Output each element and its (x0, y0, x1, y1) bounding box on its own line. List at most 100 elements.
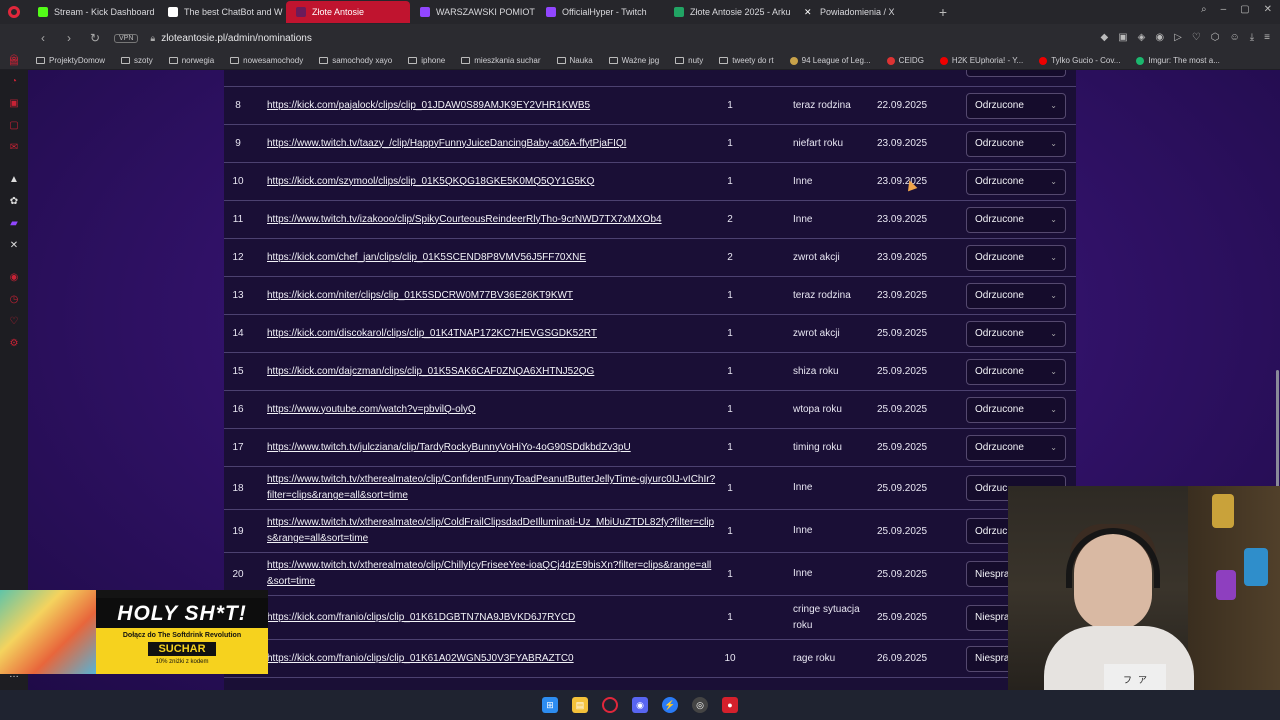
minimize-icon[interactable]: – (1221, 4, 1227, 15)
opera-icon[interactable] (602, 697, 618, 713)
clip-link[interactable]: https://www.twitch.tv/taazy_/clip/HappyF… (267, 136, 626, 152)
windows-start-icon[interactable]: ⊞ (542, 697, 558, 713)
clip-link[interactable]: https://www.twitch.tv/julcziana/clip/Tar… (267, 440, 631, 456)
twitch-icon (420, 7, 430, 17)
status-select[interactable]: Odrzucone ⌄ (966, 396, 1066, 423)
status-select[interactable]: Odrzucone ⌄ (966, 130, 1066, 157)
bookmark-site[interactable]: H2K EUphoria! - Y... (939, 56, 1023, 65)
chevron-down-icon: ⌄ (1050, 215, 1057, 224)
clip-link[interactable]: https://kick.com/chef_jan/clips/clip_01K… (267, 250, 586, 266)
bag-icon[interactable]: ▣ (8, 97, 20, 109)
clip-link[interactable]: https://www.youtube.com/watch?v=pbvilQ-o… (267, 402, 476, 418)
date: 25.09.2025 (877, 366, 928, 377)
row-number: 13 (232, 290, 244, 301)
briefcase-icon[interactable]: ▤ (8, 55, 20, 67)
messenger-icon[interactable]: ⚡ (662, 697, 678, 713)
clock-icon[interactable]: ◷ (8, 293, 20, 305)
play-icon[interactable]: ▷ (1174, 32, 1182, 43)
bookmark-folder[interactable]: Ważne jpg (608, 56, 659, 65)
download-icon[interactable]: ⤓ (1250, 32, 1254, 43)
tab-1[interactable]: The best ChatBot and W (158, 1, 286, 23)
player-icon[interactable]: ◉ (8, 271, 20, 283)
status-select[interactable]: Odrzucone ⌄ (966, 358, 1066, 385)
clip-link[interactable]: https://kick.com/dajczman/clips/clip_01K… (267, 364, 594, 380)
category: teraz rodzina (793, 99, 851, 111)
obs-icon[interactable]: ◎ (692, 697, 708, 713)
shield-icon[interactable]: ◈ (1138, 32, 1146, 43)
row-number: 18 (232, 482, 244, 494)
forward-icon[interactable]: › (62, 31, 76, 45)
status-select[interactable]: Odrzucone ⌄ (966, 206, 1066, 233)
url-input[interactable]: zloteantosie.pl/admin/nominations (161, 33, 312, 44)
tab-2-active[interactable]: Złote Antosie (286, 1, 410, 23)
chatgpt-icon[interactable]: ✿ (8, 195, 20, 207)
mail-icon[interactable]: ✉ (8, 141, 20, 153)
new-tab-button[interactable]: + (932, 3, 954, 21)
snapshot-icon[interactable]: ▣ (1118, 32, 1127, 43)
maximize-icon[interactable]: ▢ (1240, 4, 1249, 15)
status-select[interactable] (966, 70, 1066, 77)
clip-link[interactable]: https://kick.com/franio/clips/clip_01K61… (267, 651, 574, 667)
recorder-icon[interactable]: ● (722, 697, 738, 713)
search-icon[interactable]: ⌕ (1201, 4, 1207, 15)
heart-icon[interactable]: ♡ (8, 315, 20, 327)
bookmark-site[interactable]: Tylko Gucio - Cov... (1039, 56, 1120, 65)
clip-link[interactable]: https://www.twitch.tv/izakooo/clip/Spiky… (267, 212, 662, 228)
clip-link[interactable]: https://www.twitch.tv/xtherealmateo/clip… (267, 515, 717, 547)
opera-logo-icon[interactable] (0, 0, 28, 24)
bookmark-folder[interactable]: tweety do rt (719, 56, 774, 65)
status-select[interactable]: Odrzucone ⌄ (966, 320, 1066, 347)
menu-icon[interactable]: ≡ (1264, 32, 1270, 43)
bookmark-folder[interactable]: szoty (121, 56, 153, 65)
clip-link[interactable]: https://kick.com/pajalock/clips/clip_01J… (267, 98, 590, 114)
aria-icon[interactable]: ▲ (8, 173, 20, 185)
status-select[interactable]: Odrzucone ⌄ (966, 282, 1066, 309)
bookmark-folder[interactable]: Nauka (556, 56, 593, 65)
chat-icon[interactable]: ▢ (8, 119, 20, 131)
bookmark-site[interactable]: Imgur: The most a... (1136, 56, 1220, 65)
extensions-icon[interactable]: ⬡ (1211, 32, 1220, 43)
bookmark-folder[interactable]: nuty (675, 56, 703, 65)
clip-link[interactable]: https://www.twitch.tv/xtherealmateo/clip… (267, 472, 717, 504)
settings-icon[interactable]: ⚙ (8, 337, 20, 349)
bookmark-folder[interactable]: norwegia (168, 56, 214, 65)
bookmark-folder[interactable]: mieszkania suchar (461, 56, 541, 65)
nomination-count: 1 (727, 568, 733, 580)
bookmark-icon[interactable]: ◆ (1101, 32, 1109, 43)
file-explorer-icon[interactable]: ▤ (572, 697, 588, 713)
nomination-count: 1 (727, 138, 733, 149)
bookmark-folder[interactable]: samochody xayo (319, 56, 392, 65)
vpn-badge[interactable]: VPN (114, 33, 139, 43)
clip-link[interactable]: https://kick.com/szymool/clips/clip_01K5… (267, 174, 594, 190)
camera-icon[interactable]: ◉ (1155, 32, 1164, 43)
tab-6[interactable]: ✕ Powiadomienia / X (794, 1, 914, 23)
tab-5[interactable]: Złote Antosie 2025 - Arku (664, 1, 794, 23)
profile-icon[interactable]: ☺ (1230, 32, 1240, 43)
status-select[interactable]: Odrzucone ⌄ (966, 92, 1066, 119)
bookmark-folder[interactable]: iphone (408, 56, 445, 65)
reload-icon[interactable]: ↻ (88, 31, 102, 45)
bookmark-site[interactable]: CEIDG (886, 56, 924, 65)
status-select[interactable]: Odrzucone ⌄ (966, 434, 1066, 461)
clip-link[interactable]: https://www.twitch.tv/xtherealmateo/clip… (267, 558, 717, 590)
status-select[interactable]: Odrzucone ⌄ (966, 244, 1066, 271)
tab-4[interactable]: OfficialHyper - Twitch (536, 1, 664, 23)
page-scrollbar[interactable] (1276, 370, 1279, 490)
bookmark-site[interactable]: 94 League of Leg... (789, 56, 871, 65)
clip-link[interactable]: https://kick.com/franio/clips/clip_01K61… (267, 610, 575, 626)
status-select[interactable]: Odrzucone ⌄ (966, 168, 1066, 195)
heart-icon[interactable]: ♡ (1192, 32, 1201, 43)
tab-3[interactable]: WARSZAWSKI POMIOT (410, 1, 536, 23)
bookmark-folder[interactable]: ProjektyDomow (36, 56, 105, 65)
close-icon[interactable]: ✕ (1264, 4, 1272, 15)
clip-link[interactable]: https://kick.com/discokarol/clips/clip_0… (267, 326, 597, 342)
twitch-icon[interactable]: ▰ (8, 217, 20, 229)
history-icon[interactable]: ◔ (8, 75, 20, 87)
back-icon[interactable]: ‹ (36, 31, 50, 45)
discord-icon[interactable]: ◉ (632, 697, 648, 713)
x-icon[interactable]: ✕ (8, 239, 20, 251)
clip-link[interactable]: https://kick.com/niter/clips/clip_01K5SD… (267, 288, 573, 304)
date: 25.09.2025 (877, 328, 928, 339)
tab-0[interactable]: Stream - Kick Dashboard (28, 1, 158, 23)
bookmark-folder[interactable]: nowesamochody (230, 56, 303, 65)
